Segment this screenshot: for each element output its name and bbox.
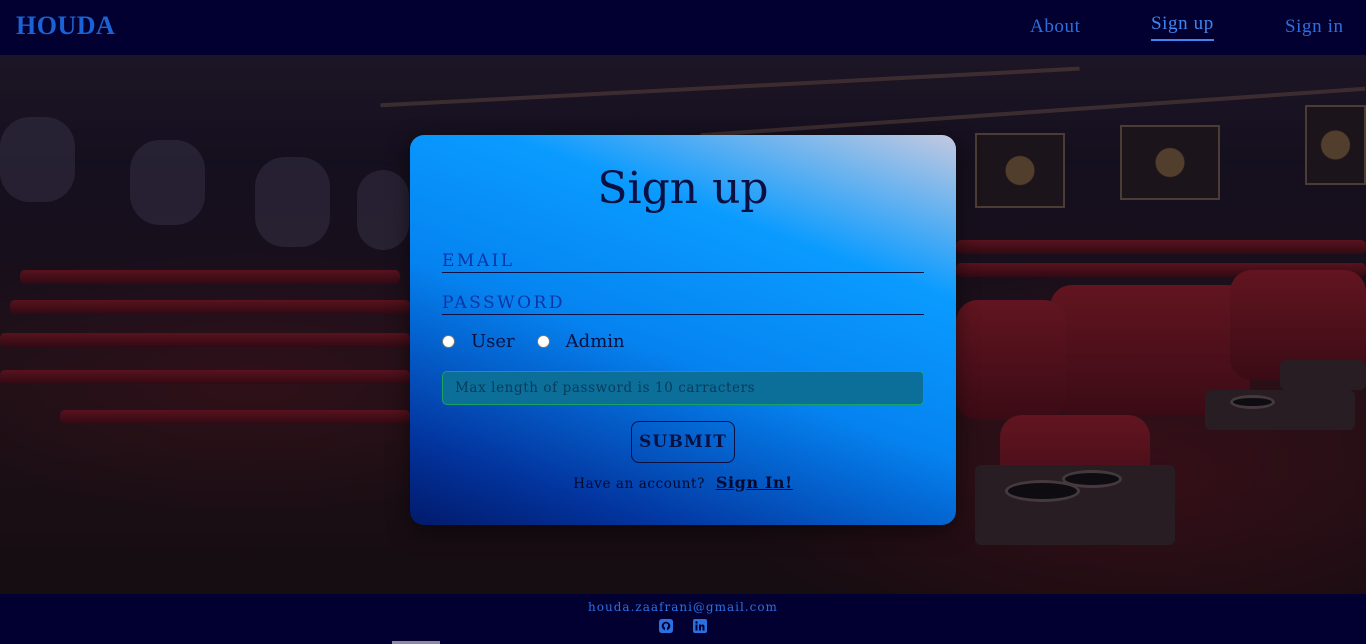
form-title: Sign up: [597, 163, 769, 214]
user-radio[interactable]: [442, 335, 455, 348]
nav-link-sign-in[interactable]: Sign in: [1285, 16, 1344, 38]
role-selector: User Admin: [442, 331, 647, 352]
footer-email[interactable]: houda.zaafrani@gmail.com: [0, 600, 1366, 614]
github-icon[interactable]: [659, 619, 673, 633]
nav-link-about[interactable]: About: [1030, 16, 1081, 38]
email-field-wrapper: [442, 243, 924, 273]
email-input[interactable]: [442, 243, 924, 272]
sign-in-link[interactable]: Sign In!: [716, 473, 793, 492]
brand-logo[interactable]: HOUDA: [16, 11, 115, 41]
have-account-text: Have an account?: [573, 476, 705, 492]
password-field-wrapper: [442, 285, 924, 315]
signup-card: Sign up User Admin Max length of passwor…: [410, 135, 956, 525]
password-hint-alert: Max length of password is 10 carracters: [442, 371, 924, 405]
have-account-row: Have an account? Sign In!: [410, 473, 956, 492]
user-radio-label: User: [471, 331, 515, 352]
linkedin-icon[interactable]: [693, 619, 707, 633]
footer: houda.zaafrani@gmail.com: [0, 594, 1366, 644]
navbar: HOUDA About Sign up Sign in: [0, 0, 1366, 55]
admin-radio[interactable]: [536, 335, 550, 348]
password-input[interactable]: [442, 285, 924, 314]
nav-link-sign-up[interactable]: Sign up: [1151, 13, 1214, 41]
admin-radio-label: Admin: [565, 331, 625, 352]
submit-button[interactable]: SUBMIT: [631, 421, 735, 463]
